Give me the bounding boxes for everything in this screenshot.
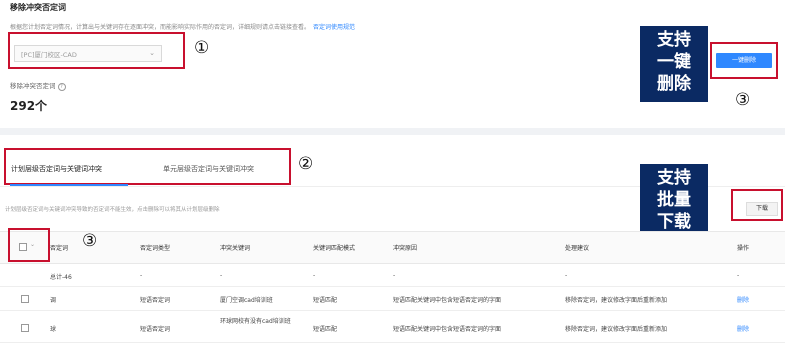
cell-match-mode: 短语匹配 <box>313 326 338 333</box>
select-all-checkbox[interactable] <box>19 243 27 251</box>
callout-bulk-download: 支持 批量 下载 <box>640 164 708 240</box>
total-cell: - <box>565 272 568 279</box>
cell-negative-word: 球 <box>50 326 57 333</box>
active-tab-indicator <box>10 184 128 186</box>
cell-negative-word: 调 <box>50 297 57 304</box>
delete-link[interactable]: 删除 <box>737 324 749 333</box>
total-cell: - <box>140 272 143 279</box>
tab-unit-level[interactable]: 单元层级否定词与关键词冲突 <box>163 164 254 174</box>
panel-title: 移除冲突否定词 <box>10 3 66 12</box>
scope-select[interactable]: [PC]厦门校区-CAD ⌄ <box>14 45 162 62</box>
description-text: 根据您计划否定词情况，计算出与关键词存在逐面冲突，而能影响实际作用的否定词，详细… <box>10 24 311 31</box>
callout-line: 下载 <box>657 212 691 232</box>
column-header-negative-type: 否定词类型 <box>140 245 171 252</box>
cell-match-mode: 短语匹配 <box>313 297 338 304</box>
delete-link[interactable]: 删除 <box>737 295 749 304</box>
total-cell: - <box>393 272 396 279</box>
callout-line: 一键 <box>657 52 691 72</box>
total-label: 总计-46 <box>50 274 72 281</box>
cell-conflict-keyword: 环球网校有没有cad培训班 <box>220 318 291 325</box>
summary-label: 移除冲突否定词? <box>10 80 66 91</box>
rules-link[interactable]: 否定词使用规范 <box>313 24 355 31</box>
total-cell: - <box>313 272 316 279</box>
help-icon[interactable]: ? <box>57 83 66 91</box>
tab-plan-level[interactable]: 计划层级否定词与关键词冲突 <box>11 164 102 174</box>
column-header-advice: 处理建议 <box>565 245 590 252</box>
annotation-marker-3-table: ③ <box>82 231 98 251</box>
column-header-action: 操作 <box>737 245 750 252</box>
chevron-down-icon: ⌄ <box>149 49 155 57</box>
panel-description: 根据您计划否定词情况，计算出与关键词存在逐面冲突，而能影响实际作用的否定词，详细… <box>10 22 355 31</box>
row-checkbox[interactable] <box>21 295 29 303</box>
cell-advice: 移除否定词，建议修改字面后重新添加 <box>565 326 668 333</box>
callout-line: 删除 <box>657 74 691 94</box>
annotation-marker-2: ② <box>298 154 314 174</box>
total-cell: - <box>220 272 223 279</box>
cell-conflict-reason: 短语匹配关键词中包含短语否定词的字面 <box>393 326 502 333</box>
download-button[interactable]: 下载 <box>746 202 778 216</box>
chevron-down-icon[interactable]: ⌄ <box>30 241 35 248</box>
annotation-marker-3-button: ③ <box>735 90 751 110</box>
cell-conflict-keyword: 厦门空调cad培训班 <box>220 297 273 304</box>
cell-advice: 移除否定词，建议修改字面后重新添加 <box>565 297 668 304</box>
total-cell: - <box>737 272 740 279</box>
cell-negative-type: 短语否定词 <box>140 297 171 304</box>
row-checkbox[interactable] <box>21 324 29 332</box>
cell-negative-type: 短语否定词 <box>140 326 171 333</box>
column-header-match-mode: 关键词匹配模式 <box>313 245 356 252</box>
column-header-conflict-reason: 冲突原因 <box>393 245 418 252</box>
plan-conflict-tip: 计划层级否定词与关键词冲突导致的否定词不能生效，点击删除可以将其从计划层级删除 <box>5 207 220 213</box>
scope-select-value: [PC]厦门校区-CAD <box>21 51 77 59</box>
one-click-delete-button[interactable]: 一键删除 <box>716 53 772 68</box>
summary-label-text: 移除冲突否定词 <box>10 82 56 90</box>
callout-line: 支持 <box>657 168 691 188</box>
annotation-box-select-all <box>8 228 50 262</box>
callout-one-click-delete: 支持 一键 删除 <box>640 26 708 102</box>
conflict-count: 292个 <box>10 99 48 113</box>
column-header-negative-word: 否定词 <box>50 245 69 252</box>
callout-line: 批量 <box>657 190 691 210</box>
column-header-conflict-keyword: 冲突关键词 <box>220 245 251 252</box>
cell-conflict-reason: 短语匹配关键词中包含短语否定词的字面 <box>393 297 502 304</box>
callout-line: 支持 <box>657 30 691 50</box>
annotation-marker-1: ① <box>194 38 210 58</box>
